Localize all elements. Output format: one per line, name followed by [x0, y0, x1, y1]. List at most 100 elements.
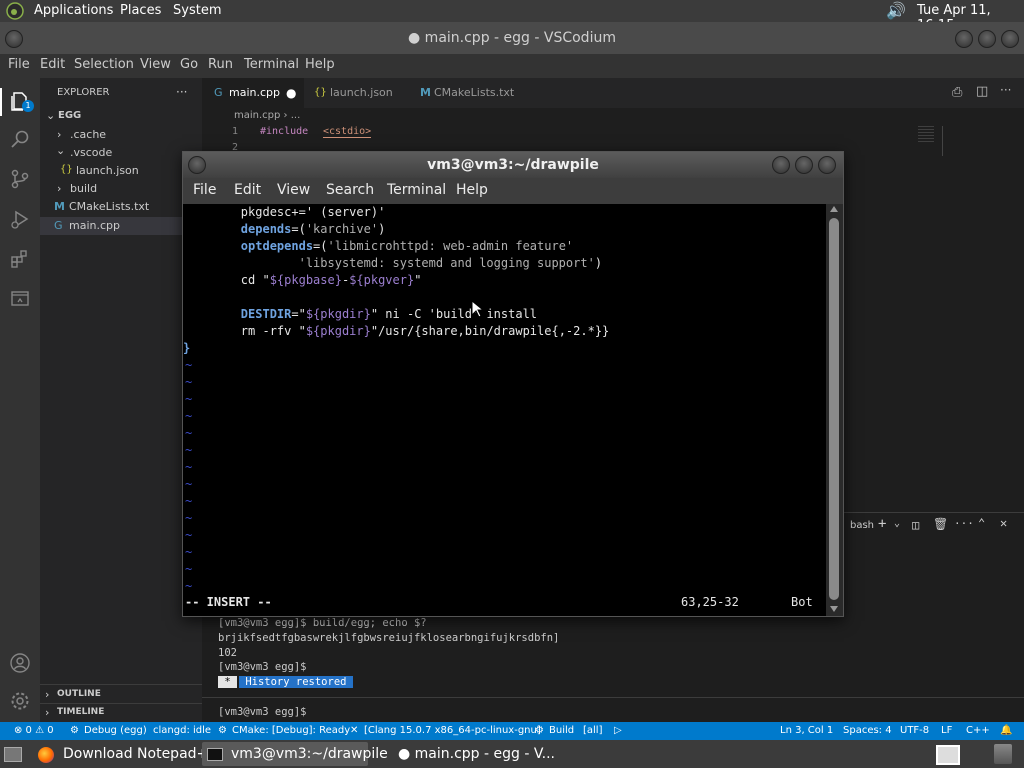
- gnome-terminal-window[interactable]: vm3@vm3:~/drawpile File Edit View Search…: [182, 151, 844, 617]
- tree-root-egg[interactable]: EGG: [58, 110, 81, 121]
- close-panel-icon[interactable]: ✕: [1000, 516, 1007, 530]
- vim-tilde-line: ~: [185, 358, 193, 372]
- code-include-header: <cstdio>: [323, 126, 372, 138]
- menu-selection[interactable]: Selection: [74, 57, 134, 72]
- maximize-button[interactable]: [795, 156, 813, 174]
- menu-run[interactable]: Run: [208, 57, 233, 72]
- status-encoding[interactable]: UTF-8: [900, 725, 929, 736]
- outline-section[interactable]: OUTLINE: [57, 689, 101, 699]
- vim-mode-indicator: -- INSERT --: [185, 595, 272, 609]
- more-actions-icon[interactable]: ···: [1000, 83, 1011, 97]
- terminal-scrollbar[interactable]: [826, 204, 843, 616]
- terminal-line: brjikfsedtfgbaswrekjlfgbwsreiujfklosearb…: [218, 632, 560, 644]
- status-language[interactable]: C++: [966, 725, 990, 736]
- open-changes-icon[interactable]: ⎙: [952, 85, 962, 100]
- close-button[interactable]: [818, 156, 836, 174]
- source-control-icon[interactable]: [8, 168, 32, 192]
- tab-main-cpp[interactable]: G main.cpp ●: [202, 78, 304, 108]
- status-clangd[interactable]: clangd: idle: [153, 725, 211, 736]
- vscode-title-bar[interactable]: ● main.cpp - egg - VSCodium: [0, 22, 1024, 54]
- applications-menu[interactable]: Applications: [34, 3, 113, 18]
- vim-tilde-line: ~: [185, 528, 193, 542]
- volume-icon[interactable]: 🔊: [886, 1, 906, 20]
- terminal-menu-search[interactable]: Search: [326, 182, 374, 198]
- system-menu[interactable]: System: [173, 3, 221, 18]
- account-icon[interactable]: [8, 652, 32, 676]
- status-build[interactable]: Build: [549, 725, 574, 736]
- split-editor-icon[interactable]: ◫: [976, 84, 988, 99]
- status-problems[interactable]: ⊗ 0 ⚠ 0: [14, 725, 54, 736]
- tree-item-vscode[interactable]: .vscode: [70, 146, 112, 159]
- extensions-icon[interactable]: [8, 248, 32, 272]
- split-terminal-icon[interactable]: ◫: [912, 518, 919, 532]
- search-icon[interactable]: [8, 128, 32, 152]
- status-eol[interactable]: LF: [941, 725, 952, 736]
- trash-applet-icon[interactable]: [994, 744, 1012, 764]
- terminal-title-bar[interactable]: vm3@vm3:~/drawpile: [183, 152, 843, 178]
- terminal-menu-terminal[interactable]: Terminal: [387, 182, 446, 198]
- scroll-up-arrow-icon[interactable]: [830, 206, 838, 212]
- menu-terminal[interactable]: Terminal: [244, 57, 299, 72]
- gnome-foot-icon[interactable]: [6, 2, 24, 24]
- menu-help[interactable]: Help: [305, 57, 335, 72]
- tree-item-cache[interactable]: .cache: [70, 128, 106, 141]
- places-menu[interactable]: Places: [120, 3, 161, 18]
- editor-scrollbar[interactable]: [942, 126, 943, 156]
- menu-view[interactable]: View: [140, 57, 171, 72]
- remote-explorer-icon[interactable]: [8, 288, 32, 312]
- maximize-panel-icon[interactable]: ⌃: [978, 516, 985, 530]
- minimize-button[interactable]: [955, 30, 973, 48]
- selected-row[interactable]: [40, 217, 202, 235]
- maximize-button[interactable]: [978, 30, 996, 48]
- more-actions-icon[interactable]: ···: [954, 517, 974, 530]
- status-kit[interactable]: [Clang 15.0.7 x86_64-pc-linux-gnu]: [364, 725, 541, 736]
- scroll-down-arrow-icon[interactable]: [830, 606, 838, 612]
- tab-cmakelists[interactable]: M CMakeLists.txt: [410, 78, 520, 108]
- history-restored-badge: History restored: [239, 676, 353, 688]
- chevron-down-icon[interactable]: ⌄: [894, 518, 900, 529]
- status-cmake[interactable]: CMake: [Debug]: Ready: [232, 725, 350, 736]
- play-icon[interactable]: ▷: [614, 725, 622, 736]
- notifications-bell-icon[interactable]: 🔔: [1000, 725, 1012, 736]
- taskbar-item-terminal[interactable]: vm3@vm3:~/drawpile: [231, 746, 388, 762]
- status-spaces[interactable]: Spaces: 4: [843, 725, 892, 736]
- build-gear-icon: ⚙: [535, 725, 544, 736]
- terminal-menu-edit[interactable]: Edit: [234, 182, 261, 198]
- explorer-more-button[interactable]: ···: [176, 85, 187, 99]
- close-button[interactable]: [1001, 30, 1019, 48]
- show-desktop-icon[interactable]: [4, 747, 22, 762]
- minimap[interactable]: [918, 126, 934, 142]
- tree-item-launch-json[interactable]: launch.json: [76, 164, 139, 177]
- unsaved-dot-icon[interactable]: ●: [286, 78, 296, 108]
- terminal-menu-help[interactable]: Help: [456, 182, 488, 198]
- timeline-section[interactable]: TIMELINE: [57, 707, 104, 717]
- minimize-button[interactable]: [772, 156, 790, 174]
- tree-item-cmakelists[interactable]: CMakeLists.txt: [69, 200, 149, 213]
- status-debug[interactable]: Debug (egg): [84, 725, 147, 736]
- tree-item-main-cpp[interactable]: main.cpp: [69, 219, 120, 232]
- terminal-menu-view[interactable]: View: [277, 182, 310, 198]
- breadcrumb[interactable]: main.cpp › ...: [234, 110, 300, 121]
- vim-tilde-line: ~: [185, 443, 193, 457]
- workspace-switcher[interactable]: [936, 745, 960, 765]
- menu-file[interactable]: File: [8, 57, 30, 72]
- menu-edit[interactable]: Edit: [40, 57, 65, 72]
- vim-buffer[interactable]: pkgdesc+=' (server)' depends=('karchive'…: [183, 204, 826, 616]
- terminal-line: [vm3@vm3 egg]$: [218, 661, 307, 673]
- terminal-line: [vm3@vm3 egg]$ build/egg; echo $?: [218, 617, 427, 629]
- status-target[interactable]: [all]: [583, 725, 603, 736]
- tab-launch-json[interactable]: {} launch.json: [304, 78, 410, 108]
- terminal-menu-file[interactable]: File: [193, 182, 216, 198]
- scrollbar-thumb[interactable]: [829, 218, 839, 600]
- new-terminal-icon[interactable]: +: [878, 516, 886, 532]
- taskbar-item-vscodium[interactable]: ● main.cpp - egg - V...: [398, 746, 555, 762]
- terminal-shell-label[interactable]: bash: [850, 520, 874, 531]
- run-debug-icon[interactable]: [8, 208, 32, 232]
- trash-icon[interactable]: 🗑: [933, 517, 948, 531]
- tree-root-chevron-icon[interactable]: ⌄: [46, 109, 55, 122]
- menu-go[interactable]: Go: [180, 57, 198, 72]
- settings-gear-icon[interactable]: [8, 690, 32, 714]
- status-position[interactable]: Ln 3, Col 1: [780, 725, 833, 736]
- tree-item-build[interactable]: build: [70, 182, 97, 195]
- taskbar-item-firefox[interactable]: Download Notepad+...: [63, 746, 222, 762]
